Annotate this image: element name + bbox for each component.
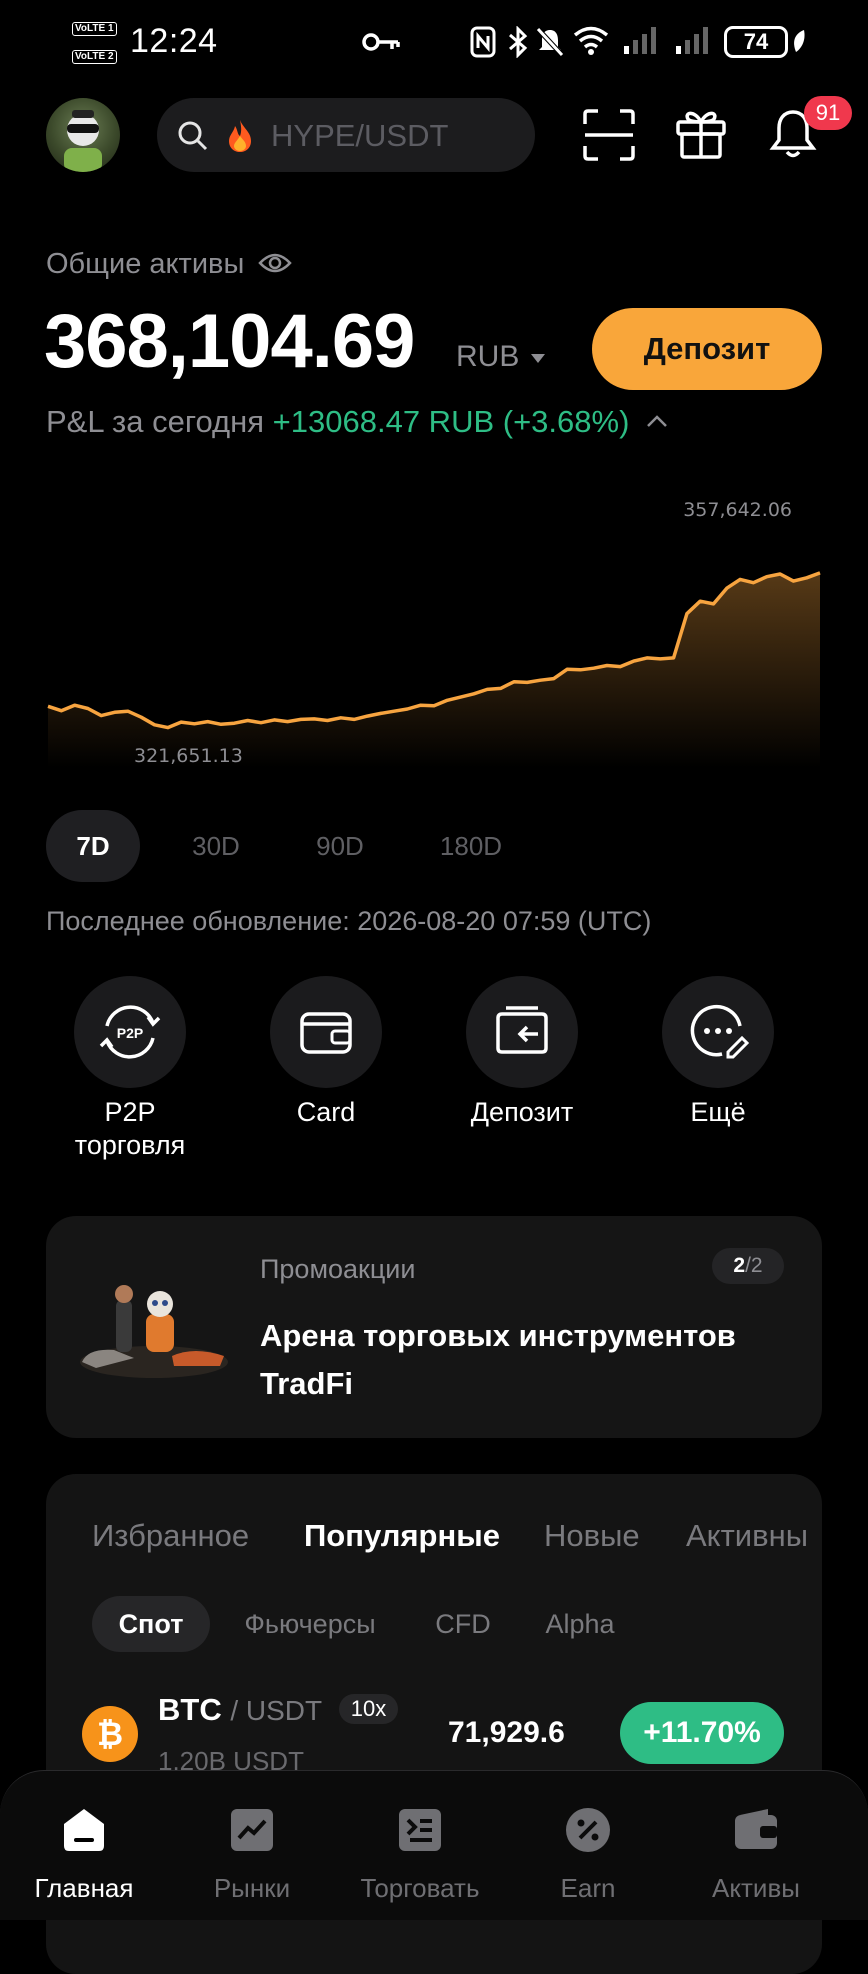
nav-home[interactable]: Главная (4, 1806, 164, 1904)
range-30d[interactable]: 30D (168, 810, 264, 882)
nav-markets[interactable]: Рынки (172, 1806, 332, 1904)
leverage-badge: 10x (338, 1694, 399, 1724)
range-90d[interactable]: 90D (292, 810, 388, 882)
avatar-image (64, 110, 102, 172)
card-button[interactable] (270, 976, 382, 1088)
search-bar[interactable]: HYPE/USDT (157, 98, 535, 172)
home-icon (64, 1809, 104, 1851)
assets-label: Общие активы (46, 248, 293, 281)
promo-index: 2 (733, 1254, 746, 1277)
subtab-spot[interactable]: Спот (92, 1596, 210, 1652)
nav-assets-label: Активы (712, 1873, 800, 1903)
earn-icon (566, 1808, 610, 1852)
notification-badge: 91 (804, 96, 852, 130)
pnl-value: +13068.47 RUB (+3.68%) (272, 404, 630, 439)
subtab-cfd[interactable]: CFD (420, 1596, 506, 1652)
range-7d[interactable]: 7D (46, 810, 140, 882)
search-placeholder: HYPE/USDT (271, 118, 449, 153)
markets-icon (231, 1809, 273, 1851)
nav-home-label: Главная (34, 1873, 134, 1903)
signal1-icon (624, 27, 656, 54)
tab-active[interactable]: Активны (686, 1518, 822, 1554)
btc-coin-icon: ₿ (82, 1706, 138, 1762)
fire-icon (229, 120, 251, 152)
promo-illustration (80, 1285, 228, 1378)
gift-icon[interactable] (674, 106, 728, 160)
p2p-icon: P2P (99, 1005, 161, 1059)
tab-popular[interactable]: Популярные (304, 1518, 500, 1554)
deposit-button[interactable]: Депозит (592, 308, 822, 390)
nav-trade-label: Торговать (360, 1873, 480, 1903)
more-icon (690, 1004, 750, 1059)
nav-trade[interactable]: Торговать (340, 1806, 500, 1904)
tab-new[interactable]: Новые (544, 1518, 640, 1554)
pnl-today[interactable]: P&L за сегодня +13068.47 RUB (+3.68%) (46, 404, 668, 440)
pnl-label: P&L за сегодня (46, 404, 265, 439)
currency-label: RUB (456, 340, 520, 373)
range-180d[interactable]: 180D (420, 810, 522, 882)
scan-icon[interactable] (582, 108, 636, 162)
chart-min-label: 321,651.13 (134, 745, 243, 767)
chart-max-label: 357,642.06 (683, 499, 792, 521)
deposit-action-label: Депозит (470, 1097, 574, 1127)
currency-selector[interactable]: RUB (456, 340, 546, 374)
card-icon (300, 1012, 352, 1054)
total-balance: 368,104.69 (44, 299, 415, 384)
subtab-alpha[interactable]: Alpha (530, 1596, 630, 1652)
charging-leaf-icon (794, 30, 805, 52)
wifi-icon (573, 26, 609, 55)
wallet-icon (735, 1809, 777, 1849)
card-label: Card (296, 1097, 356, 1127)
sim1-indicator: VoLTE 1 (72, 20, 118, 36)
sim2-indicator: VoLTE 2 (72, 48, 118, 64)
battery-indicator: 74 (724, 26, 788, 58)
pair-base: BTC (158, 1692, 222, 1727)
bluetooth-icon (509, 26, 528, 58)
pair-quote: / USDT (230, 1695, 323, 1726)
caret-down-icon (530, 354, 545, 363)
pair-price: 71,929.6 (448, 1716, 565, 1749)
assets-chart[interactable]: 357,642.06 321,651.13 (0, 490, 868, 780)
more-label: Ещё (690, 1097, 746, 1127)
subtab-futures[interactable]: Фьючерсы (230, 1596, 390, 1652)
nfc-icon (470, 26, 496, 58)
avatar[interactable] (46, 98, 120, 172)
promo-kicker: Промоакции (260, 1254, 416, 1284)
promo-title: Арена торговых инструментов TradFi (260, 1318, 736, 1401)
nav-earn-label: Earn (560, 1873, 616, 1903)
key-icon (362, 33, 400, 51)
promo-total: /2 (745, 1254, 763, 1277)
svg-text:P2P: P2P (117, 1025, 143, 1041)
more-button[interactable] (662, 976, 774, 1088)
eye-icon[interactable] (258, 251, 293, 275)
chevron-up-icon (647, 415, 667, 427)
tab-favorites[interactable]: Избранное (92, 1518, 249, 1554)
p2p-label: P2P торговля (74, 1097, 186, 1160)
assets-label-text: Общие активы (46, 248, 245, 280)
nav-markets-label: Рынки (213, 1873, 291, 1903)
pair-change[interactable]: +11.70% (620, 1702, 784, 1764)
deposit-action-button[interactable] (466, 976, 578, 1088)
deposit-icon (496, 1006, 548, 1054)
status-bar: VoLTE 1 VoLTE 2 12:24 74 (0, 0, 868, 88)
promo-pager: 2/2 (712, 1248, 784, 1284)
nav-assets[interactable]: Активы (676, 1806, 836, 1904)
signal2-icon (676, 27, 708, 54)
last-update: Последнее обновление: 2026-08-20 07:59 (… (46, 906, 652, 936)
trade-icon (399, 1809, 441, 1851)
mute-icon (536, 27, 564, 57)
clock: 12:24 (130, 22, 218, 60)
search-icon (178, 121, 208, 151)
p2p-button[interactable]: P2P (74, 976, 186, 1088)
market-pair[interactable]: BTC / USDT 10x (158, 1692, 399, 1728)
nav-earn[interactable]: Earn (508, 1806, 668, 1904)
